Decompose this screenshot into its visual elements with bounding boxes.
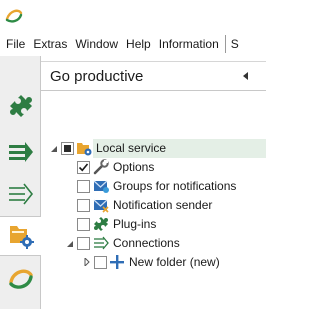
- app-ring-icon: [8, 269, 33, 289]
- tree-row-groups-for-notifications[interactable]: Groups for notifications: [41, 177, 266, 196]
- tree-label-connections: Connections: [113, 236, 180, 250]
- mail-sender-icon: [93, 199, 109, 213]
- checkbox-options[interactable]: [77, 161, 90, 174]
- menu-separator: [224, 35, 226, 53]
- folder-gear-icon: [10, 226, 34, 249]
- sidebar-button-transfer[interactable]: [0, 132, 41, 172]
- connections-icon: [94, 236, 109, 250]
- collapsed-triangle-icon[interactable]: [83, 258, 91, 266]
- menu-help[interactable]: Help: [122, 34, 155, 54]
- tree-label-options: Options: [113, 160, 155, 174]
- mail-group-icon: [93, 180, 109, 193]
- collapse-panel-icon[interactable]: [243, 72, 248, 80]
- tree-row-notification-sender[interactable]: Notification sender: [41, 196, 266, 215]
- local-service-icon: [77, 143, 92, 156]
- sidebar-button-plugins[interactable]: [0, 86, 41, 126]
- sidebar-button-connections[interactable]: [0, 174, 41, 214]
- title-bar: [0, 0, 266, 32]
- tree-row-plug-ins[interactable]: Plug-ins: [41, 215, 266, 234]
- menu-overflow[interactable]: S: [229, 34, 243, 54]
- expanded-triangle-icon[interactable]: [66, 240, 74, 248]
- plus-icon: [110, 255, 124, 269]
- tree-row-connections[interactable]: Connections: [41, 234, 266, 253]
- double-arrow-icon: [8, 142, 33, 162]
- outline-arrow-icon: [8, 183, 33, 205]
- tree-label-groups-for-notifications: Groups for notifications: [113, 179, 237, 193]
- tree-label-new-folder: New folder (new): [129, 255, 220, 269]
- tree-label-notification-sender: Notification sender: [113, 198, 213, 212]
- checkbox-local-service[interactable]: [61, 142, 74, 155]
- checkbox-notification-sender[interactable]: [77, 199, 90, 212]
- left-sidebar: [0, 56, 42, 309]
- puzzle-icon: [9, 95, 32, 117]
- tree-row-new-folder[interactable]: New folder (new): [41, 253, 266, 272]
- panel-header: Go productive: [41, 61, 266, 91]
- panel-title: Go productive: [50, 68, 144, 85]
- tree-row-local-service[interactable]: Local service: [41, 139, 266, 158]
- menu-file[interactable]: File: [0, 34, 29, 54]
- checkbox-groups-for-notifications[interactable]: [77, 180, 90, 193]
- menu-extras[interactable]: Extras: [29, 34, 71, 54]
- tree-row-options[interactable]: Options: [41, 158, 266, 177]
- menu-window[interactable]: Window: [71, 34, 122, 54]
- app-logo-icon: [5, 9, 23, 23]
- wrench-icon: [93, 159, 109, 175]
- checkmark-icon: [78, 163, 89, 172]
- sidebar-button-local-service[interactable]: [0, 216, 42, 256]
- main-panel: Go productive Local service Options Grou…: [41, 61, 266, 309]
- sidebar-button-app[interactable]: [0, 259, 41, 299]
- tree-label-plug-ins: Plug-ins: [113, 217, 157, 231]
- puzzle-icon: [94, 217, 108, 231]
- checkbox-plug-ins[interactable]: [77, 218, 90, 231]
- tree-label-local-service: Local service: [96, 141, 167, 155]
- expanded-triangle-icon[interactable]: [50, 145, 58, 153]
- menu-bar: File Extras Window Help Information S: [0, 34, 266, 54]
- checkbox-new-folder[interactable]: [94, 256, 107, 269]
- menu-information[interactable]: Information: [155, 34, 223, 54]
- checkbox-connections[interactable]: [77, 237, 90, 250]
